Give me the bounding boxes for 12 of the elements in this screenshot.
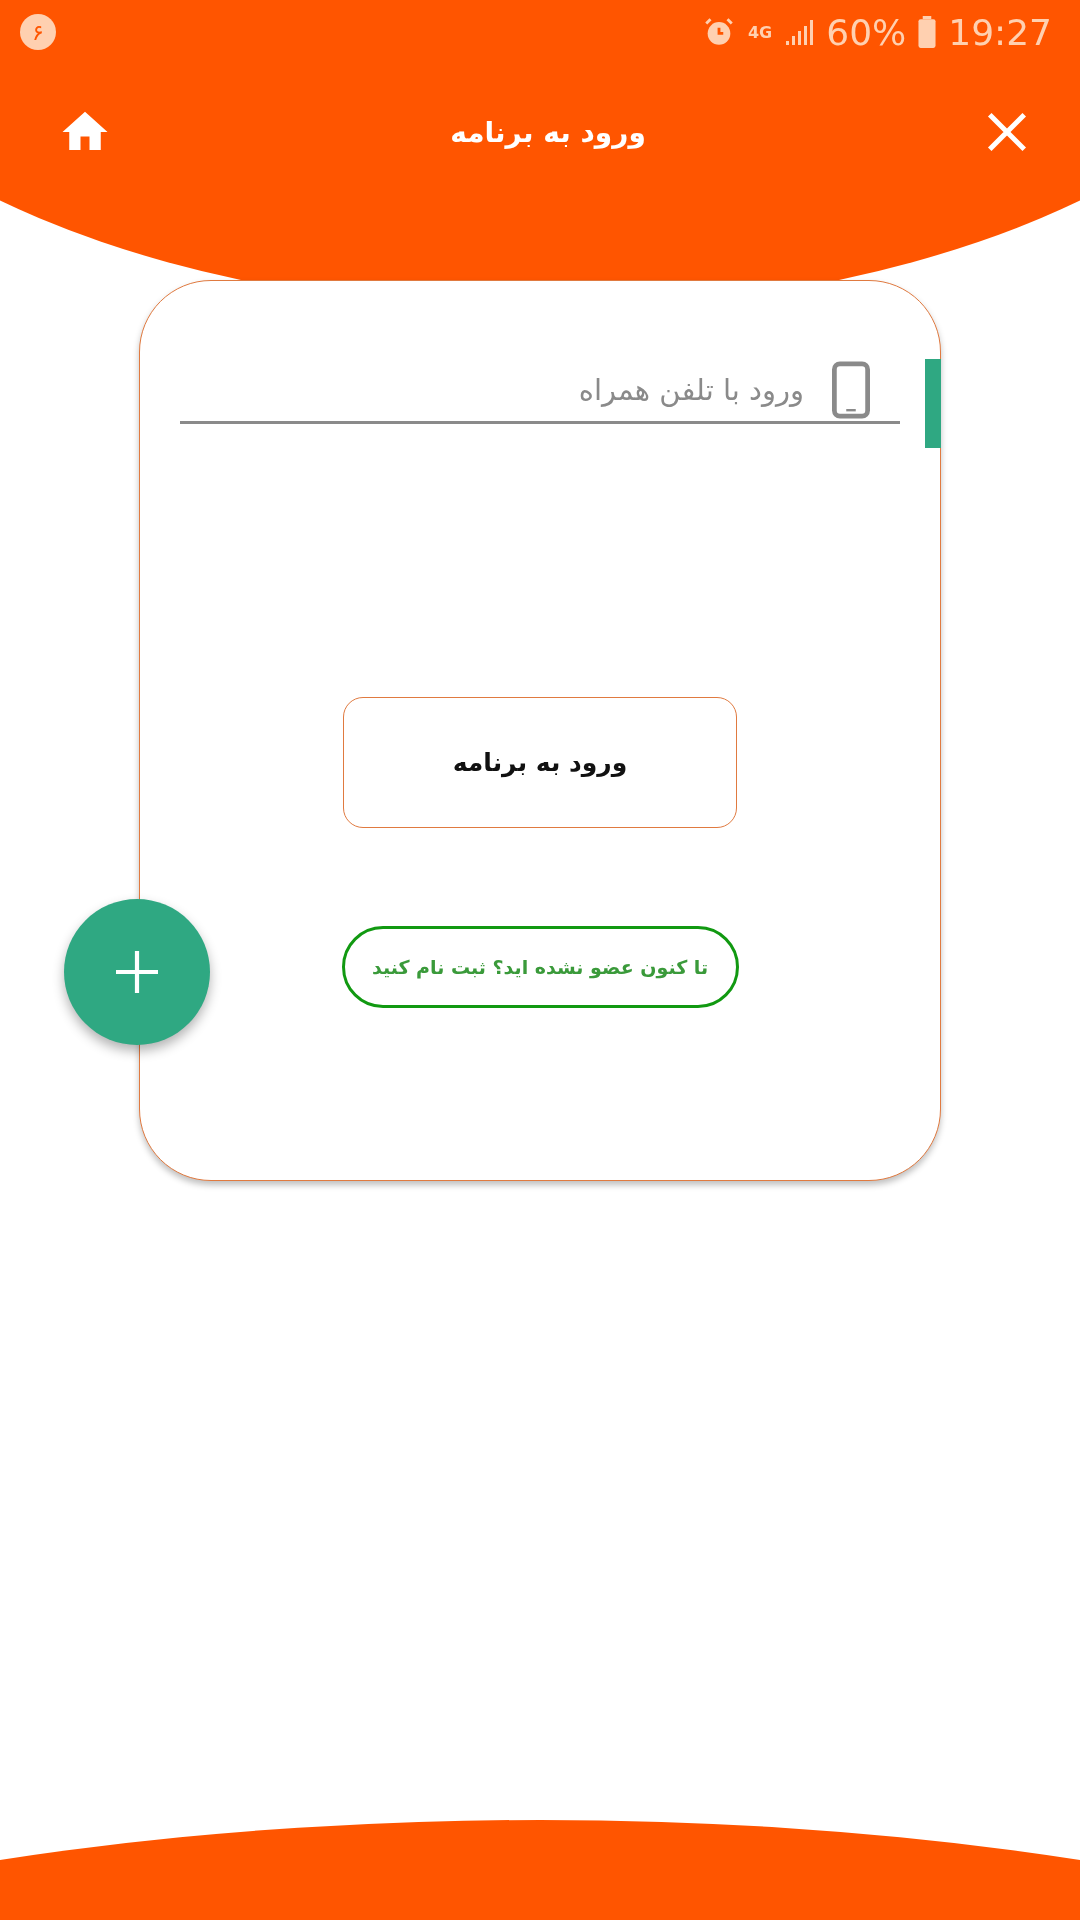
battery-percent: 60%	[826, 11, 907, 53]
clock-time: 19:27	[948, 11, 1052, 53]
login-button[interactable]: ورود به برنامه	[343, 697, 737, 828]
phone-input-field[interactable]: ورود با تلفن همراه	[180, 372, 806, 408]
signup-button[interactable]: تا کنون عضو نشده اید؟ ثبت نام کنید	[341, 926, 739, 1008]
network-type: 4G	[747, 22, 773, 42]
screen-title: ورود به برنامه	[450, 115, 646, 149]
signal-icon	[784, 17, 815, 47]
add-button[interactable]	[64, 899, 210, 1045]
phone-icon	[832, 361, 870, 419]
plus-icon	[116, 951, 158, 993]
battery-icon	[918, 16, 937, 48]
